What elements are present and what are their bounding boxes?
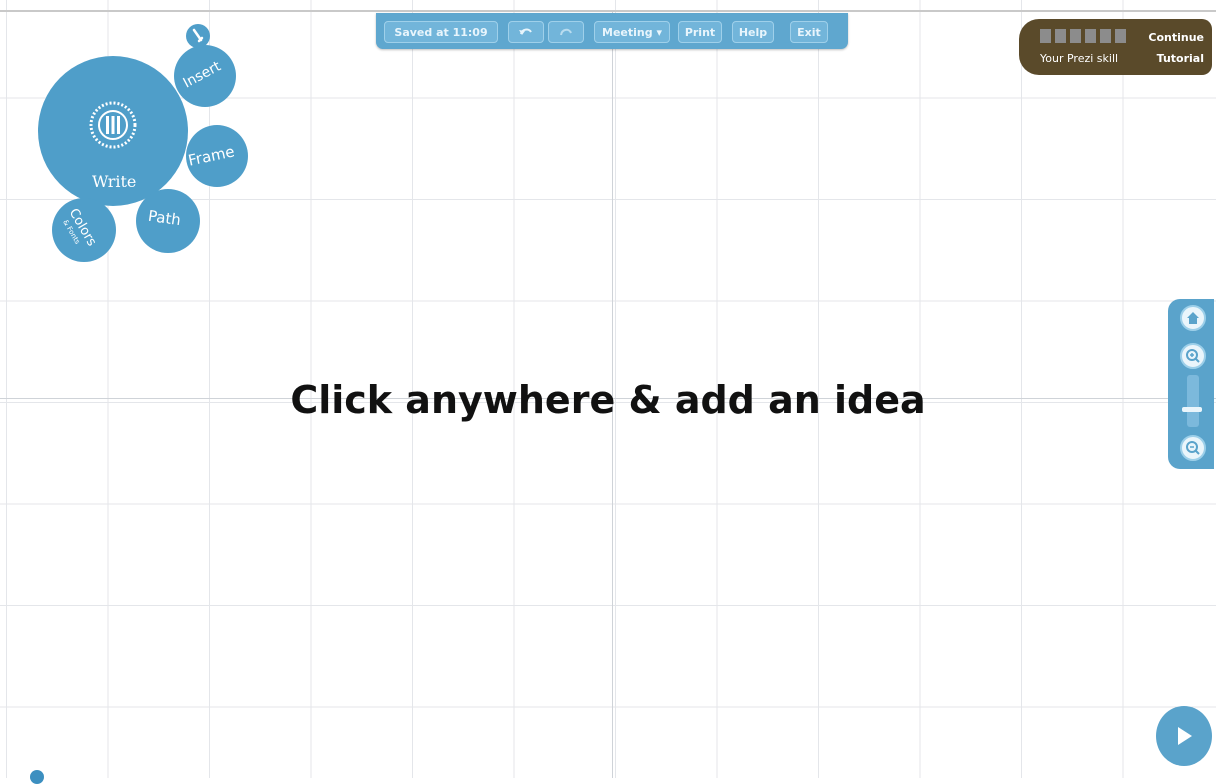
saved-status-button[interactable]: Saved at 11:09 (384, 21, 498, 43)
bubble-menu-settings[interactable] (186, 24, 210, 48)
skill-level-segment (1115, 29, 1126, 43)
skill-level-segment (1070, 29, 1081, 43)
bubble-menu-colors-fonts[interactable]: Colors & Fonts (52, 198, 116, 262)
show-label: Show (1171, 765, 1196, 775)
tutorial-label: Tutorial (1156, 52, 1204, 65)
corner-indicator (30, 770, 44, 784)
bubble-menu-write[interactable]: Write (38, 56, 188, 206)
exit-button[interactable]: Exit (790, 21, 828, 43)
zoom-slider-handle[interactable] (1182, 407, 1202, 412)
bubble-menu-path[interactable]: Path (136, 189, 200, 253)
insert-label: Insert (180, 58, 224, 92)
zoom-panel (1168, 299, 1214, 469)
prezi-skill-label: Your Prezi skill (1040, 52, 1119, 65)
skill-level-segment (1085, 29, 1096, 43)
bubble-menu-insert[interactable]: Insert (174, 45, 236, 107)
play-icon (1178, 727, 1192, 745)
bubble-menu-frame[interactable]: Frame (186, 125, 248, 187)
zoom-out-button[interactable] (1180, 435, 1206, 461)
zoom-out-icon (1186, 441, 1200, 455)
zoom-in-icon (1186, 349, 1200, 363)
skill-level-segment (1040, 29, 1051, 43)
print-button[interactable]: Print (678, 21, 722, 43)
write-label: Write (92, 172, 137, 191)
home-icon (1187, 312, 1199, 324)
undo-button[interactable] (508, 21, 544, 43)
redo-button[interactable] (548, 21, 584, 43)
skill-level-segment (1100, 29, 1111, 43)
zoom-in-button[interactable] (1180, 343, 1206, 369)
wrench-icon (192, 28, 204, 43)
undo-icon (519, 28, 532, 35)
prezi-logo-icon (89, 101, 137, 149)
canvas-hint: Click anywhere & add an idea (290, 378, 926, 422)
frame-label: Frame (186, 142, 237, 170)
show-button[interactable] (1156, 706, 1212, 766)
continue-label: Continue (1148, 31, 1204, 44)
zoom-slider-track[interactable] (1187, 375, 1199, 427)
path-label: Path (146, 206, 183, 230)
meeting-dropdown[interactable]: Meeting ▾ (594, 21, 670, 43)
skill-level-segment (1055, 29, 1066, 43)
home-button[interactable] (1180, 305, 1206, 331)
prezi-skill-badge[interactable]: Your Prezi skill Continue Tutorial (1019, 19, 1212, 75)
help-button[interactable]: Help (732, 21, 774, 43)
continue-tutorial-button[interactable]: Continue Tutorial (1144, 27, 1204, 69)
top-toolbar: Saved at 11:09 Meeting ▾ Print Help Exit (376, 13, 848, 49)
window-top-border (0, 10, 1216, 12)
redo-icon (560, 28, 572, 36)
